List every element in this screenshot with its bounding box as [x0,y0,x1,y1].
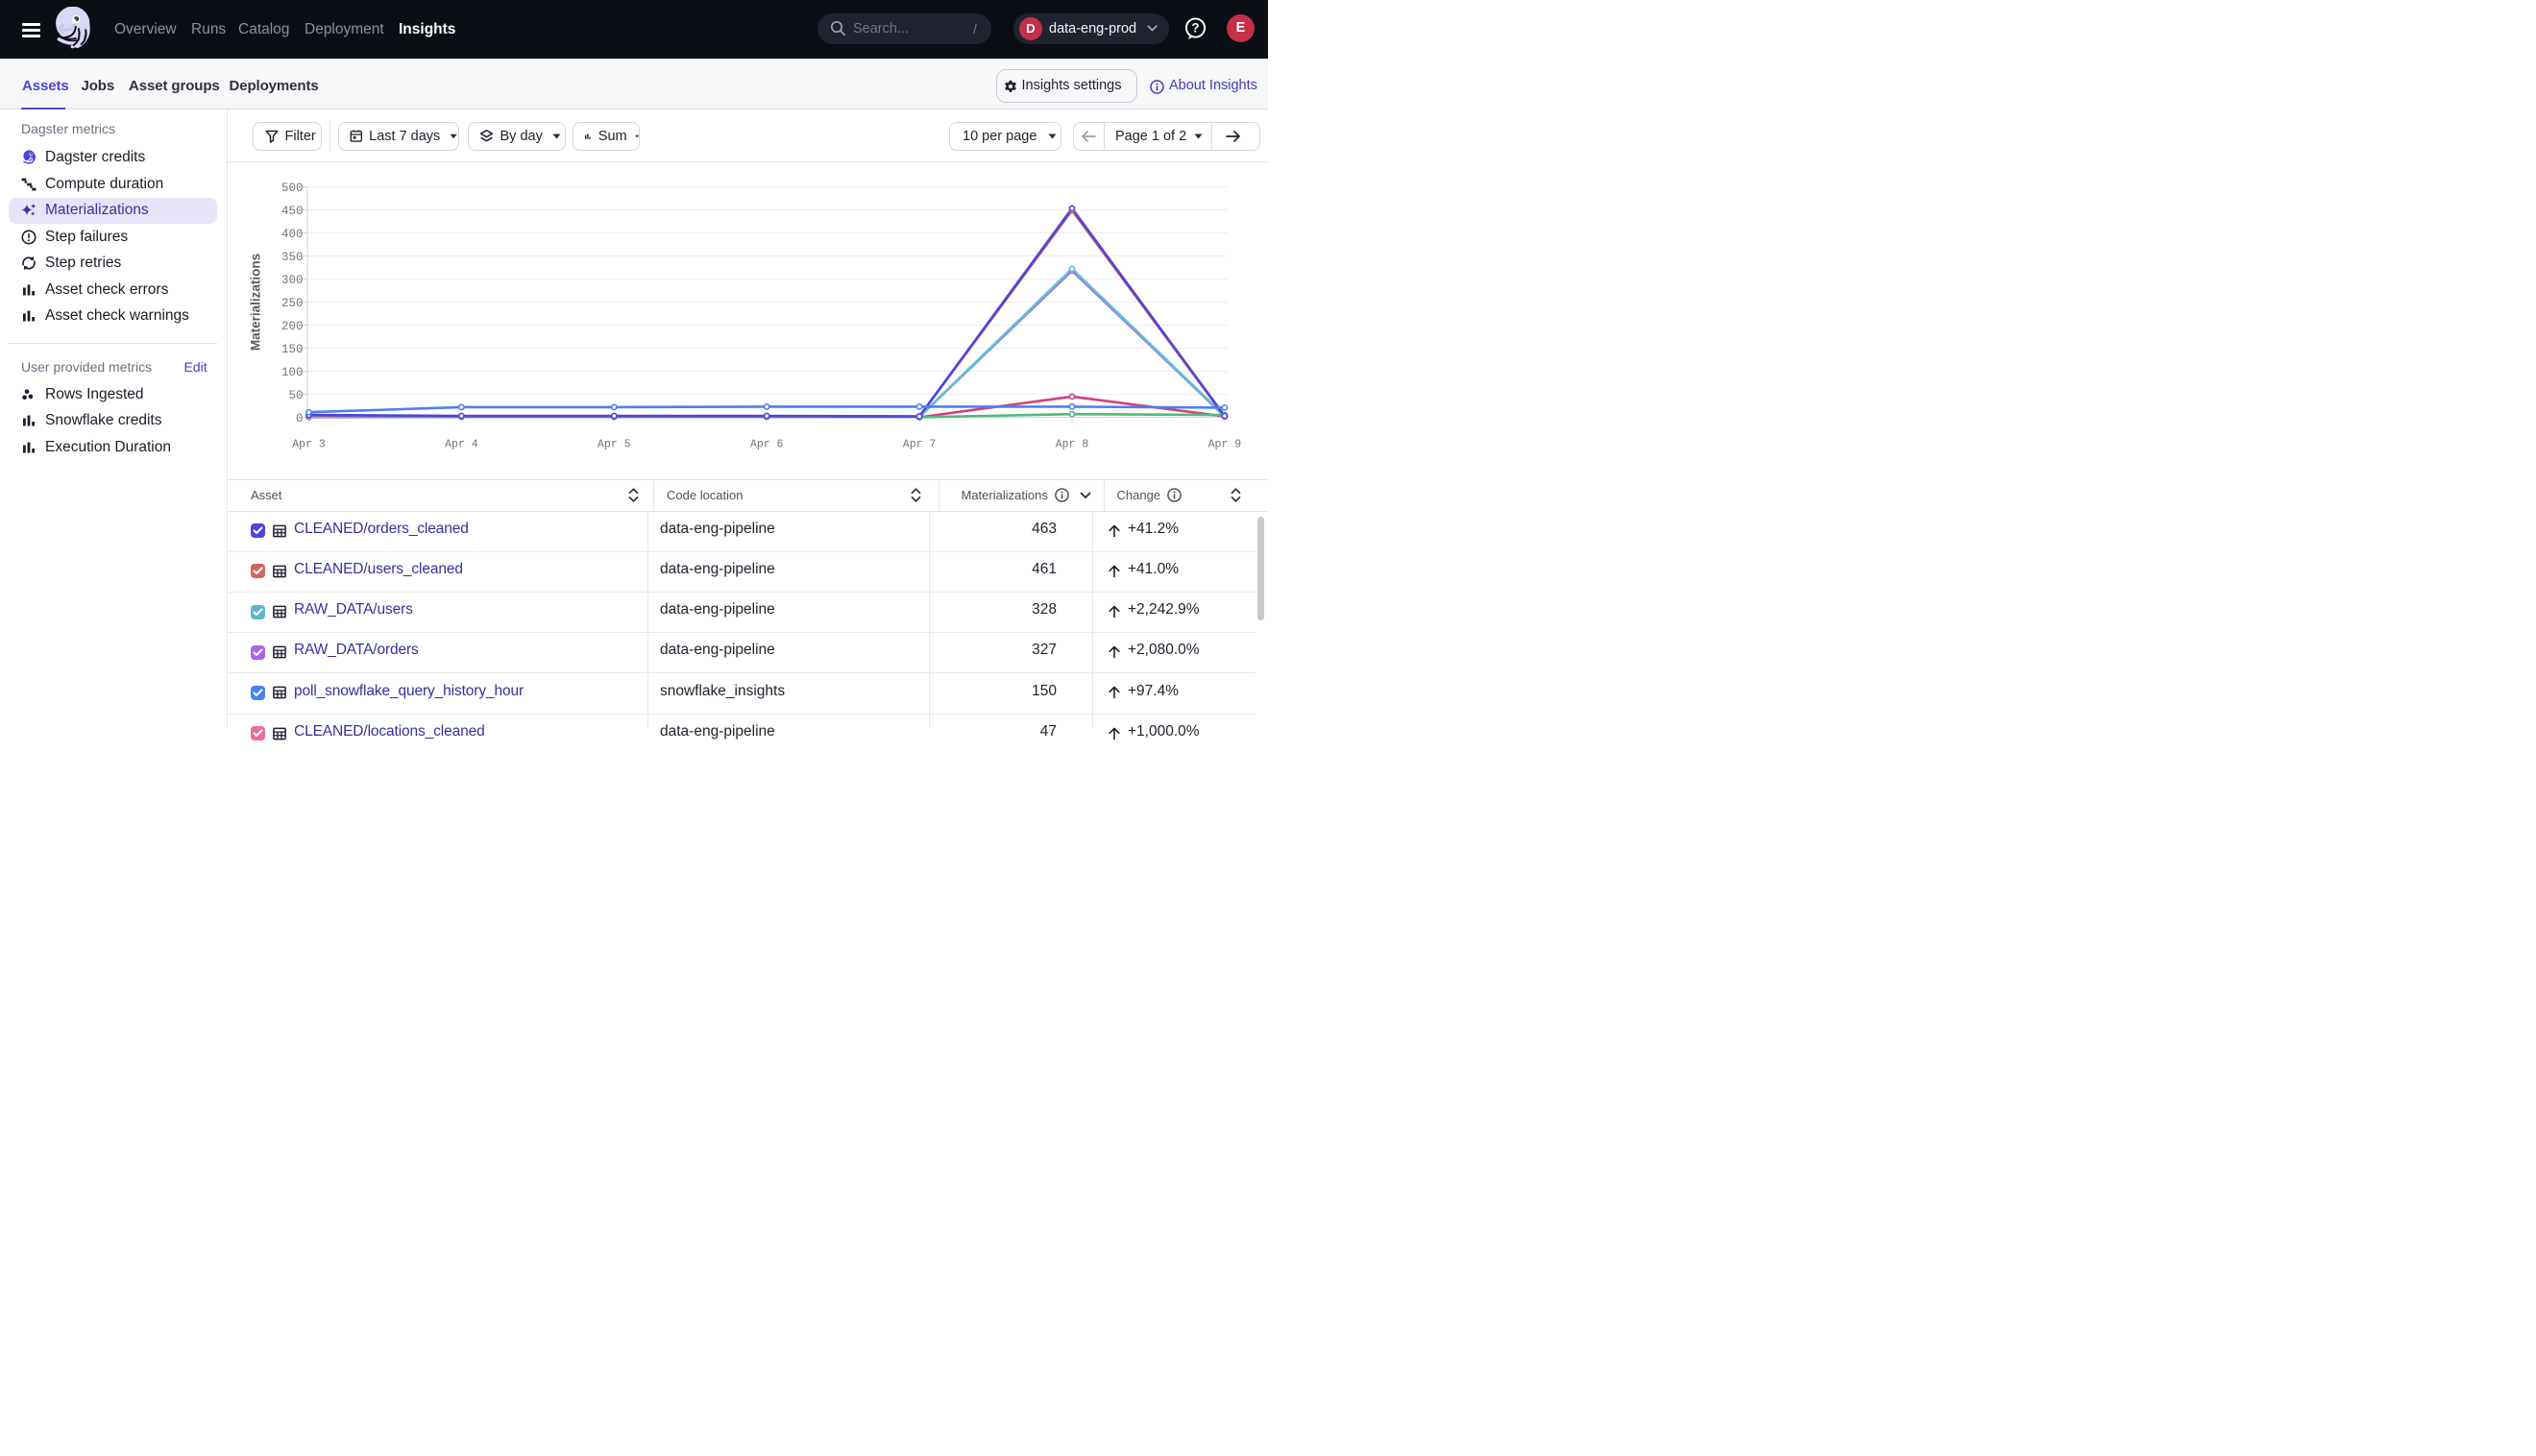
svg-text:Apr 8: Apr 8 [1056,439,1089,451]
svg-text:400: 400 [281,228,304,241]
svg-text:450: 450 [281,205,304,218]
svg-text:100: 100 [281,366,304,379]
svg-text:0: 0 [296,412,304,425]
svg-text:150: 150 [281,343,304,356]
svg-text:Materializations: Materializations [249,254,263,351]
svg-text:250: 250 [281,297,304,310]
svg-text:Apr 3: Apr 3 [292,439,326,451]
svg-text:?: ? [1191,21,1199,36]
svg-text:300: 300 [281,274,304,287]
svg-text:Apr 5: Apr 5 [597,439,631,451]
svg-text:Apr 9: Apr 9 [1208,439,1242,451]
svg-text:Apr 6: Apr 6 [750,439,784,451]
svg-text:500: 500 [281,182,304,195]
svg-text:50: 50 [288,389,303,402]
svg-text:350: 350 [281,251,304,264]
svg-text:Apr 7: Apr 7 [903,439,937,451]
svg-text:200: 200 [281,320,304,333]
svg-text:Apr 4: Apr 4 [445,439,478,451]
